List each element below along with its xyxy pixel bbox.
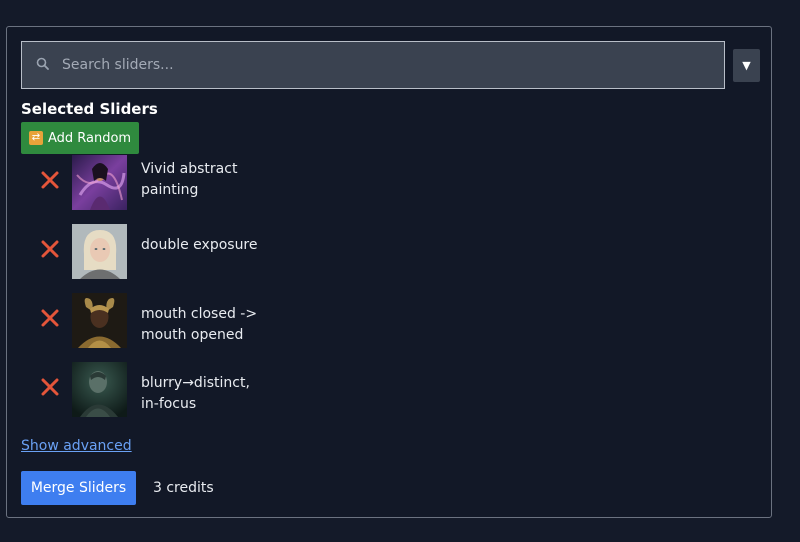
slider-thumbnail <box>72 293 127 348</box>
add-random-label: Add Random <box>47 130 132 146</box>
slider-thumbnail <box>72 362 127 417</box>
close-icon[interactable] <box>39 169 61 191</box>
slider-thumbnail <box>72 224 127 279</box>
list-item: Vivid abstract painting <box>7 153 307 213</box>
list-item: blurry→distinct, in-focus <box>7 360 307 420</box>
slider-label: blurry→distinct, in-focus <box>141 375 250 412</box>
section-title: Selected Sliders <box>21 100 158 118</box>
close-icon[interactable] <box>39 307 61 329</box>
search-box[interactable] <box>21 41 725 89</box>
close-icon[interactable] <box>39 238 61 260</box>
search-icon <box>36 57 54 74</box>
chevron-down-icon: ▼ <box>742 59 751 72</box>
search-row: ▼ <box>21 41 761 91</box>
add-random-button[interactable]: ⇄ Add Random <box>21 122 139 154</box>
search-input[interactable] <box>60 56 724 74</box>
list-item: double exposure <box>7 222 307 282</box>
slider-label: Vivid abstract painting <box>141 161 238 198</box>
slider-merge-panel: ▼ Selected Sliders ⇄ Add Random <box>6 26 772 518</box>
slider-thumbnail <box>72 155 127 210</box>
slider-label: mouth closed -> mouth opened <box>141 306 258 343</box>
list-item: mouth closed -> mouth opened <box>7 291 307 351</box>
close-icon[interactable] <box>39 376 61 398</box>
shuffle-icon: ⇄ <box>28 131 43 145</box>
dropdown-toggle-button[interactable]: ▼ <box>733 49 760 82</box>
credits-label: 3 credits <box>153 480 214 496</box>
show-advanced-link[interactable]: Show advanced <box>21 438 132 454</box>
slider-label: double exposure <box>141 237 258 253</box>
merge-sliders-button[interactable]: Merge Sliders <box>21 471 136 505</box>
